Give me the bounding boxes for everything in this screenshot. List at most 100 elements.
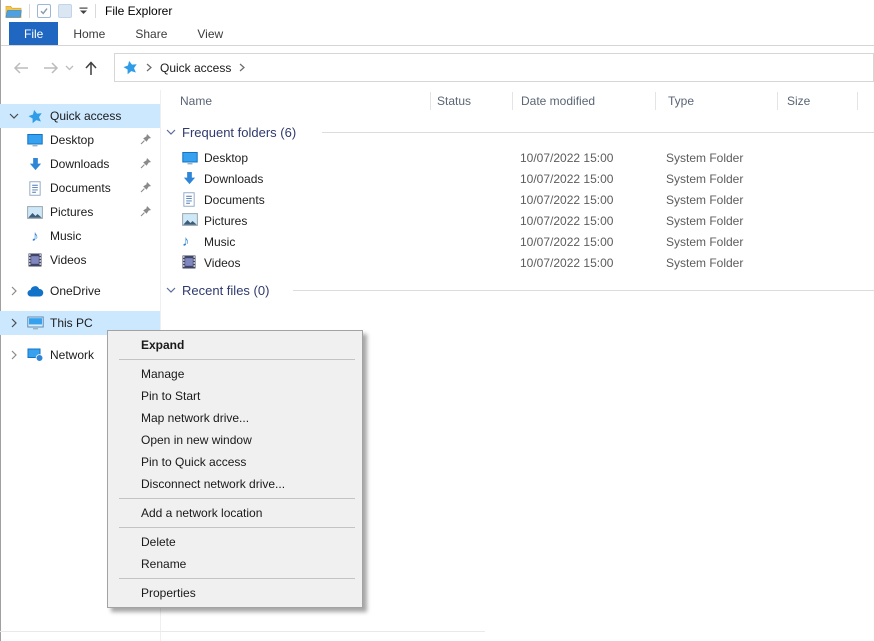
pin-icon [140,157,152,169]
film-strip-icon [26,253,44,267]
sidebar-item-quick-access[interactable]: Quick access [0,104,160,128]
recent-locations-caret-icon[interactable] [61,56,77,80]
tab-home[interactable]: Home [58,22,120,45]
column-header-date-modified[interactable]: Date modified [521,90,595,112]
menu-separator [119,498,355,499]
column-divider[interactable] [512,92,513,110]
file-row-documents[interactable]: Documents 10/07/2022 15:00 System Folder [161,190,874,211]
column-header-status[interactable]: Status [437,90,471,112]
file-row-videos[interactable]: Videos 10/07/2022 15:00 System Folder [161,253,874,274]
back-arrow-icon[interactable] [9,56,33,80]
file-name: Music [204,235,235,249]
address-bar[interactable]: Quick access [114,53,874,82]
file-name: Documents [204,193,265,207]
file-row-pictures[interactable]: Pictures 10/07/2022 15:00 System Folder [161,211,874,232]
group-rule [293,290,874,291]
sidebar-item-desktop[interactable]: Desktop [0,128,160,152]
network-computer-icon [26,348,44,362]
sidebar-item-label: Quick access [50,109,121,123]
window-bottom-edge [0,631,485,632]
document-icon [182,192,196,207]
file-type: System Folder [666,151,743,165]
file-date: 10/07/2022 15:00 [520,235,613,249]
chevron-down-icon [166,129,176,135]
qat-new-folder-icon[interactable] [58,4,72,18]
chevron-right-icon[interactable] [6,286,22,296]
qat-properties-icon[interactable] [37,4,51,18]
group-label: Recent files (0) [182,283,269,298]
column-header-type[interactable]: Type [668,90,694,112]
context-menu-item-disconnect-network-drive[interactable]: Disconnect network drive... [108,473,362,495]
sidebar-item-downloads[interactable]: Downloads [0,152,160,176]
sidebar-item-documents[interactable]: Documents [0,176,160,200]
computer-monitor-icon [26,316,44,330]
file-explorer-logo-icon[interactable] [5,4,22,18]
column-header-size[interactable]: Size [787,90,810,112]
menu-separator [119,527,355,528]
desktop-monitor-icon [26,132,44,148]
context-menu-item-manage[interactable]: Manage [108,363,362,385]
breadcrumb-chevron-icon[interactable] [146,63,152,72]
menu-separator [119,359,355,360]
chevron-right-icon[interactable] [6,318,22,328]
file-date: 10/07/2022 15:00 [520,214,613,228]
pin-icon [140,133,152,145]
file-row-music[interactable]: ♪ Music 10/07/2022 15:00 System Folder [161,232,874,253]
context-menu-item-open-in-new-window[interactable]: Open in new window [108,429,362,451]
file-type: System Folder [666,256,743,270]
tab-file[interactable]: File [9,22,58,45]
column-divider[interactable] [777,92,778,110]
sidebar-item-label: Documents [50,181,111,195]
sidebar-item-videos[interactable]: Videos [0,248,160,272]
file-row-desktop[interactable]: Desktop 10/07/2022 15:00 System Folder [161,148,874,169]
tab-view[interactable]: View [182,22,238,45]
file-row-downloads[interactable]: Downloads 10/07/2022 15:00 System Folder [161,169,874,190]
breadcrumb-chevron-icon[interactable] [239,63,245,72]
forward-arrow-icon[interactable] [39,56,63,80]
window-title: File Explorer [103,4,172,18]
context-menu: Expand Manage Pin to Start Map network d… [107,330,363,608]
breadcrumb-quick-access[interactable]: Quick access [160,61,231,75]
file-name: Pictures [204,214,247,228]
music-note-icon: ♪ [26,229,44,244]
column-divider[interactable] [655,92,656,110]
picture-frame-icon [26,206,44,219]
tab-share[interactable]: Share [120,22,182,45]
context-menu-item-delete[interactable]: Delete [108,531,362,553]
column-divider[interactable] [430,92,431,110]
sidebar-item-onedrive[interactable]: OneDrive [0,279,160,303]
up-arrow-icon[interactable] [79,56,103,80]
file-date: 10/07/2022 15:00 [520,256,613,270]
context-menu-item-pin-to-start[interactable]: Pin to Start [108,385,362,407]
context-menu-item-rename[interactable]: Rename [108,553,362,575]
group-header-recent-files[interactable]: Recent files (0) [166,280,269,300]
sidebar-item-music[interactable]: ♪ Music [0,224,160,248]
context-menu-item-add-network-location[interactable]: Add a network location [108,502,362,524]
column-divider[interactable] [857,92,858,110]
sidebar-item-label: Network [50,348,94,362]
download-arrow-icon [26,157,44,172]
document-icon [26,181,44,196]
context-menu-item-pin-to-quick-access[interactable]: Pin to Quick access [108,451,362,473]
file-type: System Folder [666,214,743,228]
titlebar: File Explorer [1,0,874,22]
menu-separator [119,578,355,579]
sidebar-item-pictures[interactable]: Pictures [0,200,160,224]
chevron-right-icon[interactable] [6,350,22,360]
file-name: Desktop [204,151,248,165]
sidebar-item-label: Downloads [50,157,109,171]
music-note-icon: ♪ [182,234,190,249]
context-menu-item-properties[interactable]: Properties [108,582,362,604]
group-header-frequent-folders[interactable]: Frequent folders (6) [166,122,296,142]
group-label: Frequent folders (6) [182,125,296,140]
file-date: 10/07/2022 15:00 [520,151,613,165]
sidebar-item-label: Videos [50,253,86,267]
context-menu-item-expand[interactable]: Expand [108,334,362,356]
context-menu-item-map-network-drive[interactable]: Map network drive... [108,407,362,429]
film-strip-icon [182,255,196,269]
chevron-down-icon[interactable] [6,113,22,119]
pin-icon [140,181,152,193]
column-header-name[interactable]: Name [180,90,212,112]
qat-customize-caret-icon[interactable] [79,7,88,15]
titlebar-divider [29,4,30,18]
